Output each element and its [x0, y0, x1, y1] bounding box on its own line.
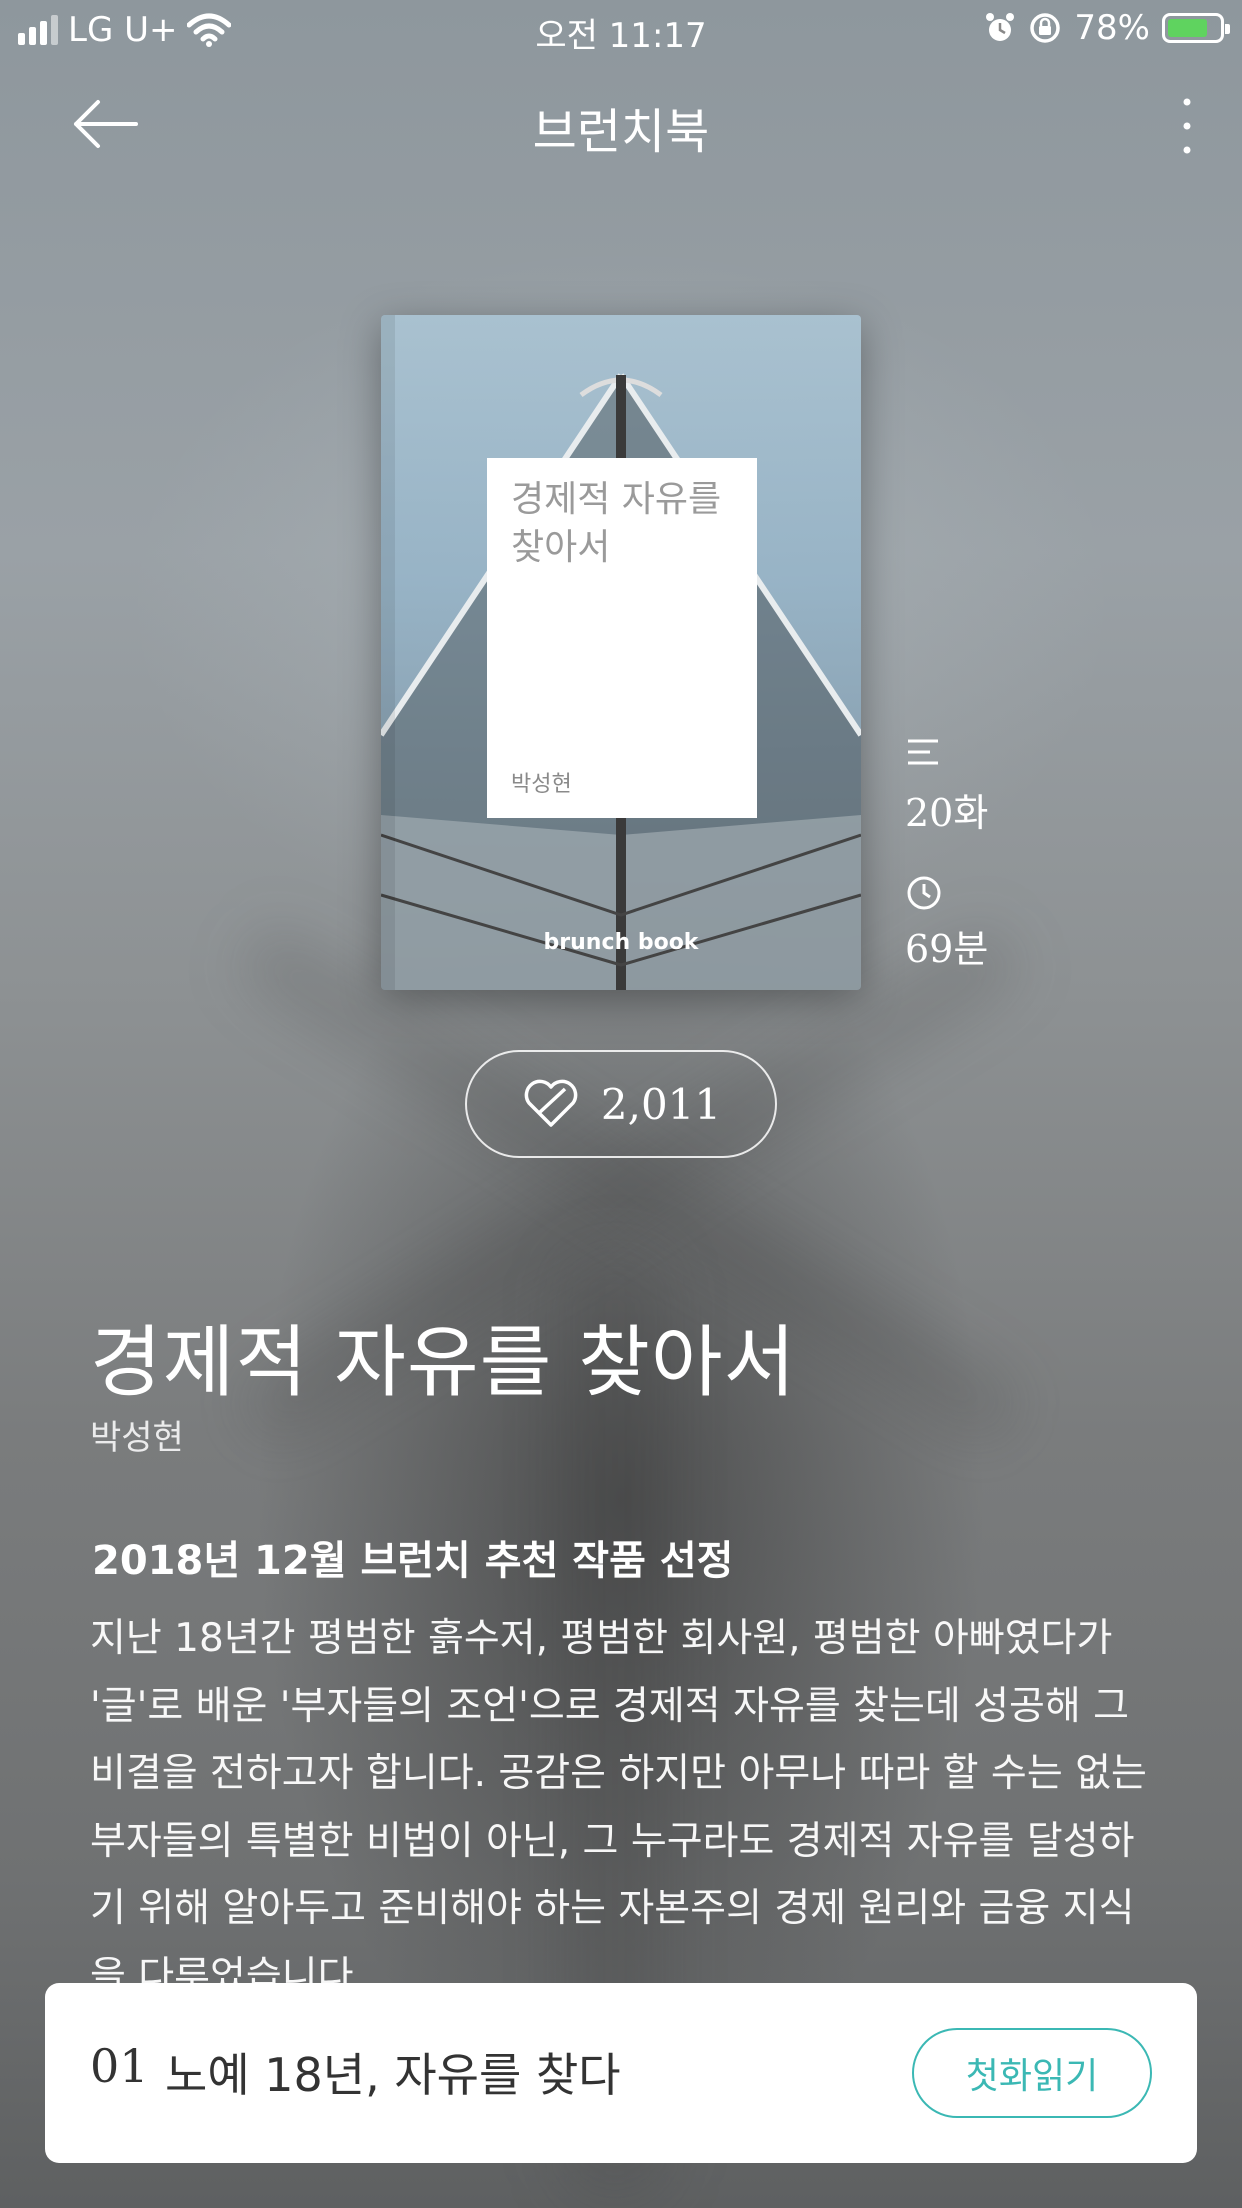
more-options-icon[interactable] — [1162, 96, 1212, 156]
read-first-episode-button[interactable]: 첫화읽기 — [912, 2028, 1152, 2118]
status-right: 78% — [984, 8, 1230, 48]
episode-count: 20화 — [905, 791, 989, 835]
alarm-icon — [986, 13, 1015, 41]
like-count: 2,011 — [600, 1079, 722, 1129]
award-heading: 2018년 12월 브런치 추천 작품 선정 — [92, 1538, 734, 1584]
battery-icon — [1162, 13, 1230, 43]
first-episode-card[interactable]: 01 노예 18년, 자유를 찾다 첫화읽기 — [45, 1983, 1197, 2163]
episode-title: 노예 18년, 자유를 찾다 — [165, 2048, 621, 2102]
cover-title-card: 경제적 자유를 찾아서 박성현 — [487, 458, 757, 818]
status-bar: LG U+ 오전 11:17 78% — [0, 0, 1242, 60]
list-icon — [908, 739, 938, 765]
cover-brand: brunch book — [543, 930, 699, 955]
book-title: 경제적 자유를 찾아서 — [90, 1318, 797, 1408]
rotation-lock-icon — [1030, 13, 1061, 43]
clock-icon — [907, 876, 941, 910]
book-description: 지난 18년간 평범한 흙수저, 평범한 회사원, 평범한 아빠였다가 '글'로… — [90, 1616, 1147, 1999]
episode-number: 01 — [90, 2039, 149, 2093]
page-title: 브런치북 — [532, 104, 710, 160]
like-button[interactable]: 2,011 — [465, 1050, 777, 1158]
cover-author: 박성현 — [511, 772, 572, 797]
battery-percent: 78% — [1074, 8, 1150, 48]
battery-fill — [1168, 19, 1207, 37]
heart-icon — [524, 1079, 578, 1127]
cover-title: 경제적 자유를 찾아서 — [511, 479, 722, 568]
reading-time: 69분 — [905, 927, 989, 971]
author-name[interactable]: 박성현 — [90, 1410, 184, 1459]
book-cover[interactable]: 경제적 자유를 찾아서 박성현 brunch book — [381, 315, 861, 990]
